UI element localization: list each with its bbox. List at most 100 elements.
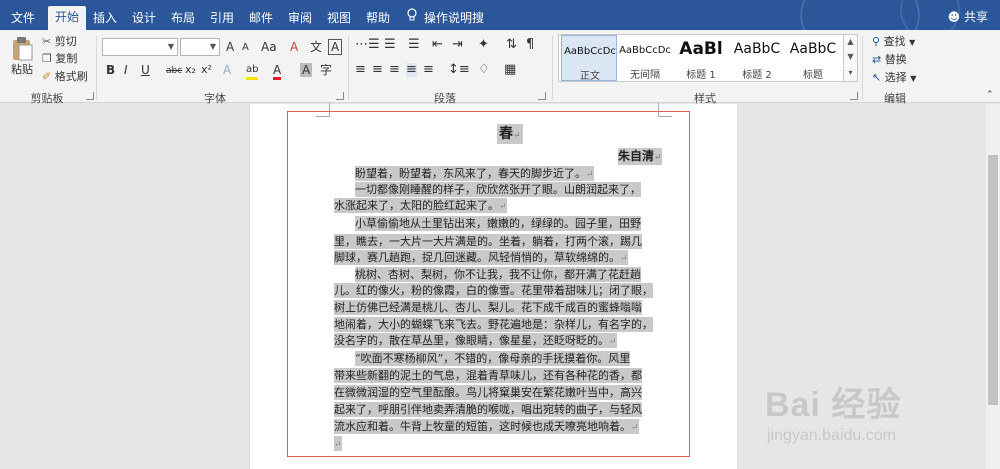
chinese-layout-icon[interactable]: ✦ [478,38,489,52]
char-border-button[interactable]: A [328,39,343,55]
style-preview: AaBl [679,39,723,59]
scrollbar-thumb[interactable] [988,155,998,405]
tell-me-search[interactable]: 操作说明搜索 [424,7,494,47]
group-divider [348,36,349,100]
enclose-char-button[interactable]: 字 [320,63,332,77]
italic-button[interactable]: I [124,63,128,77]
find-button[interactable]: ⚲ 查找 ▼ [872,35,915,50]
align-center-icon[interactable]: ≡ [372,63,383,77]
strikethrough-button[interactable]: abc [166,64,182,78]
underline-button[interactable]: U [141,63,150,77]
line-spacing-icon[interactable]: ↕≡ [448,63,470,77]
author-text: 朱自清 [618,149,655,163]
align-left-icon[interactable]: ≡ [355,63,366,77]
lightbulb-icon[interactable] [405,7,419,30]
tab-help[interactable]: 帮助 [361,7,395,30]
doc-line[interactable]: 带来些新翻的泥土的气息，混着青草味儿，还有各种花的香，都 [334,368,642,383]
paste-button[interactable]: 粘贴 [11,63,33,77]
style-heading-1[interactable]: AaBl 标题 1 [673,35,729,81]
collapse-ribbon-icon[interactable]: ⌃ [986,88,994,102]
font-size-combo[interactable]: ▼ [180,38,220,56]
highlight-button[interactable]: ab [246,63,259,80]
superscript-button[interactable]: x² [201,63,212,77]
paragraph-mark: ↵ [631,423,639,433]
borders-icon[interactable]: ▦ [504,63,516,77]
doc-line[interactable]: 没名字的，散在草丛里，像眼睛，像星星，还眨呀眨的。↵ [334,333,617,348]
grow-font-button[interactable]: A [226,40,234,54]
doc-line[interactable]: 桃树、杏树、梨树，你不让我，我不让你，都开满了花赶趟 [355,267,641,282]
style-normal[interactable]: AaBbCcDc 正文 [561,35,617,82]
justify-icon[interactable]: ≡ [406,63,417,77]
numbering-icon[interactable]: ☰ [384,38,396,52]
gallery-more-icon[interactable]: ▾ [843,66,857,81]
font-launcher[interactable] [336,92,344,100]
doc-line[interactable]: 起来了，呼朋引伴地卖弄清脆的喉咙，唱出宛转的曲子，与轻风 [334,402,642,417]
format-painter-button[interactable]: ✐ 格式刷 [42,70,88,84]
style-no-spacing[interactable]: AaBbCcDc 无间隔 [617,35,673,81]
font-color-button[interactable]: A [273,63,282,80]
share-button[interactable]: ☻ 共享 [948,7,988,27]
align-right-icon[interactable]: ≡ [389,63,400,77]
tab-review[interactable]: 审阅 [283,7,317,30]
shrink-font-button[interactable]: A [242,41,249,55]
paragraph-launcher[interactable] [538,92,546,100]
clipboard-icon[interactable] [10,36,34,62]
doc-line[interactable]: 儿。红的像火，粉的像霞，白的像雪。花里带着甜味儿；闭了眼， [334,283,653,298]
tab-home[interactable]: 开始 [48,6,86,30]
gallery-down-icon[interactable]: ▼ [843,50,857,65]
author-line[interactable]: 朱自清↵ [618,148,662,165]
select-button[interactable]: ↖ 选择 ▼ [872,71,916,86]
doc-line[interactable]: ↵ [334,436,342,451]
doc-line[interactable]: 流水应和着。牛背上牧童的短笛，这时候也成天嘹亮地响着。↵ [334,419,639,434]
doc-line[interactable]: 水涨起来了，太阳的脸红起来了。↵ [334,198,507,213]
clipboard-launcher[interactable] [86,92,94,100]
tab-mailings[interactable]: 邮件 [244,7,278,30]
doc-line[interactable]: 地闹着，大小的蝴蝶飞来飞去。野花遍地是：杂样儿，有名字的， [334,317,653,332]
bullets-icon[interactable]: ⋯☰ [355,38,380,52]
style-heading-2[interactable]: AaBbC 标题 2 [729,35,785,81]
show-marks-icon[interactable]: ¶ [526,38,534,52]
tab-file[interactable]: 文件 [6,7,40,30]
group-divider [96,36,97,100]
doc-line[interactable]: 脚球，赛几趟跑，捉几回迷藏。风轻悄悄的，草软绵绵的。↵ [334,250,628,265]
doc-line[interactable]: 小草偷偷地从土里钻出来，嫩嫩的，绿绿的。园子里，田野 [355,216,641,231]
decrease-indent-icon[interactable]: ⇤ [432,38,443,52]
tab-view[interactable]: 视图 [322,7,356,30]
line-text: 水涨起来了，太阳的脸红起来了。 [334,199,499,212]
phonetic-guide-button[interactable]: 文 [310,40,322,54]
bold-button[interactable]: B [106,63,115,77]
sort-icon[interactable]: ⇅ [506,38,517,52]
text-effects-button[interactable]: A [223,63,231,77]
cut-button[interactable]: ✂ 剪切 [42,35,77,49]
gallery-up-icon[interactable]: ▲ [843,35,857,50]
multilevel-list-icon[interactable]: ☰ [408,38,420,52]
vertical-scrollbar[interactable] [986,104,1000,469]
distribute-icon[interactable]: ≡ [423,63,434,77]
change-case-button[interactable]: Aa [261,40,277,54]
copy-button[interactable]: ❐ 复制 [42,52,77,66]
tab-references[interactable]: 引用 [205,7,239,30]
doc-line[interactable]: 树上仿佛已经满是桃儿、杏儿、梨儿。花下成千成百的蜜蜂嗡嗡 [334,300,642,315]
subscript-button[interactable]: x₂ [185,63,196,77]
replace-button[interactable]: ⇄ 替换 [872,53,907,67]
cursor-icon: ↖ [872,71,882,84]
doc-line[interactable]: “吹面不寒杨柳风”，不错的，像母亲的手抚摸着你。风里 [355,351,631,366]
shading-icon[interactable]: ♢ [478,63,490,77]
tab-layout[interactable]: 布局 [166,7,200,30]
style-title[interactable]: AaBbC 标题 [785,35,841,81]
cut-label: 剪切 [54,35,77,48]
styles-launcher[interactable] [850,92,858,100]
tab-insert[interactable]: 插入 [88,7,122,30]
poem-title[interactable]: 春↵ [497,124,523,144]
doc-line[interactable]: 里，瞧去，一大片一大片满是的。坐着，躺着，打两个滚，踢几 [334,234,642,249]
char-shading-button[interactable]: A [300,63,313,77]
doc-line[interactable]: 在微微润湿的空气里酝酿。鸟儿将窠巢安在繁花嫩叶当中，高兴 [334,385,642,400]
font-name-combo[interactable]: ▼ [102,38,178,56]
watermark-brand: Bai 经验 [765,386,902,424]
increase-indent-icon[interactable]: ⇥ [452,38,463,52]
tab-design[interactable]: 设计 [127,7,161,30]
clear-format-button[interactable]: A [290,40,298,54]
doc-line[interactable]: 一切都像刚睡醒的样子，欣欣然张开了眼。山朗润起来了， [355,182,641,197]
style-name: 标题 1 [686,70,716,81]
doc-line[interactable]: 盼望着，盼望着，东风来了，春天的脚步近了。↵ [355,166,594,181]
